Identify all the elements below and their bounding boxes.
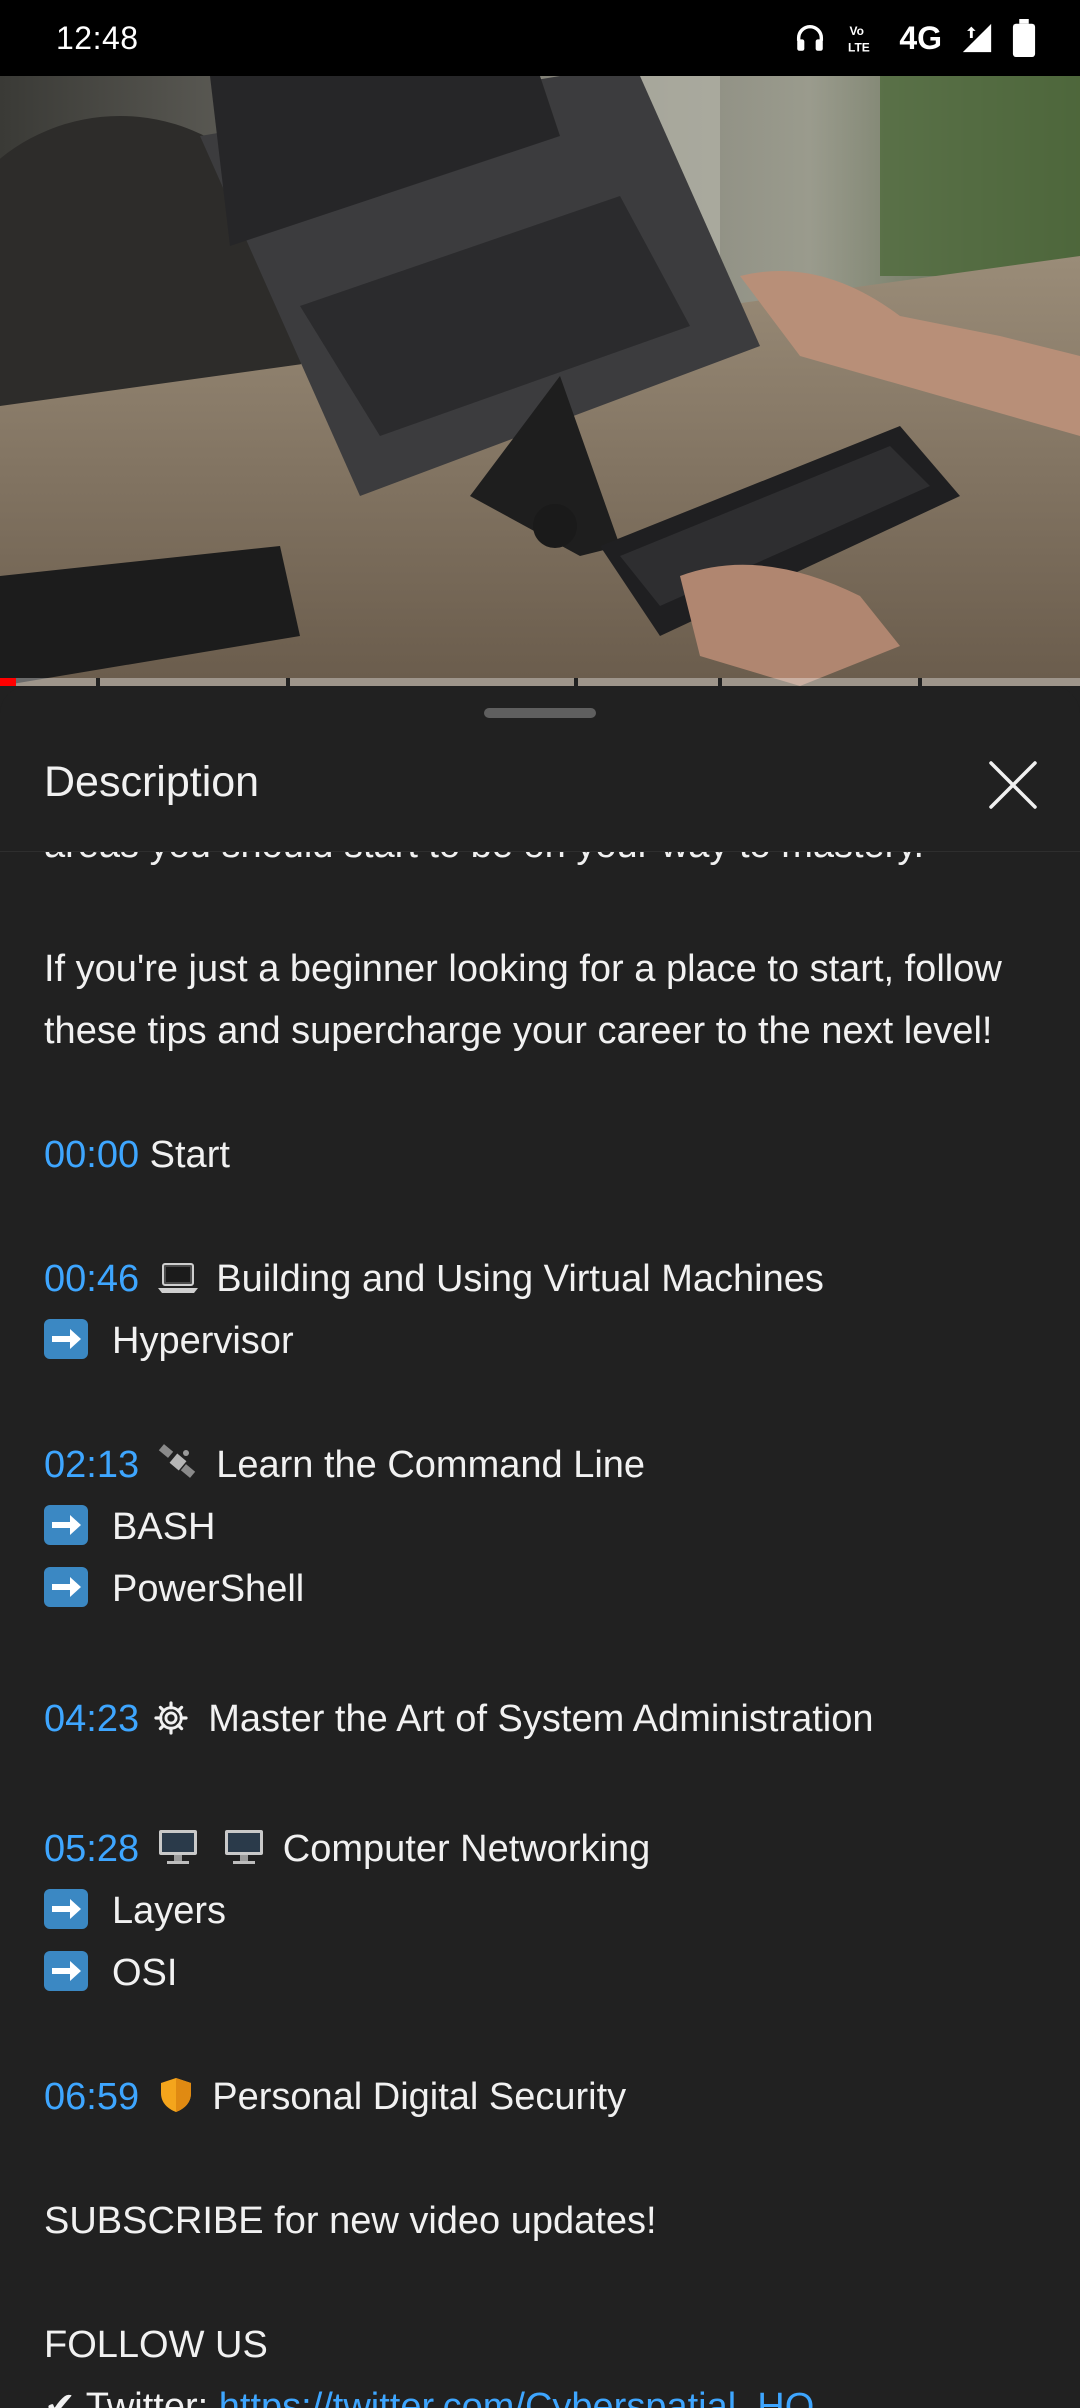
chapter-line: 00:46 Building and Using Virtual Machine… (44, 1248, 1044, 1310)
chapter-title: Start (149, 1134, 230, 1176)
chapter-line: 00:00 Start (44, 1124, 1044, 1186)
chapter-title: Building and Using Virtual Machines (216, 1258, 824, 1300)
chapter-subitem: Hypervisor (44, 1310, 1044, 1372)
check-icon: ✔ (44, 2386, 76, 2408)
chapter-subitem-label: BASH (112, 1506, 216, 1548)
chapter-subitem: PowerShell (44, 1558, 1044, 1620)
chapter-timestamp[interactable]: 05:28 (44, 1828, 139, 1870)
video-progress-fill (0, 678, 17, 686)
chapter-marker (286, 678, 290, 686)
chapter-timestamp[interactable]: 00:00 (44, 1134, 139, 1176)
close-button[interactable] (980, 754, 1046, 820)
description-sheet: areas you should start to be on your way… (0, 686, 1080, 2408)
chapter-marker (918, 678, 922, 686)
chapter-line: 06:59 Personal Digital Security (44, 2066, 1044, 2128)
network-type: 4G (899, 19, 942, 56)
close-icon (987, 759, 1039, 816)
chapter-title: Learn the Command Line (216, 1444, 646, 1486)
twitter-label: Twitter: (85, 2386, 209, 2408)
twitter-line: ✔ Twitter: https://twitter.com/Cyberspat… (44, 2376, 1044, 2408)
desktop-computer-icon (156, 1824, 200, 1886)
drag-handle[interactable] (484, 708, 596, 718)
chapter-line: 05:28 Computer Networking (44, 1818, 1044, 1880)
chapter-timestamp[interactable]: 04:23 (44, 1698, 139, 1740)
laptop-icon (156, 1254, 200, 1316)
right-arrow-icon (44, 1889, 88, 1929)
headphones-icon (793, 21, 827, 55)
subscribe-text: SUBSCRIBE for new video updates! (44, 2200, 657, 2242)
right-arrow-icon (44, 1505, 88, 1545)
chapter-title: Computer Networking (282, 1828, 651, 1870)
description-body: areas you should start to be on your way… (44, 814, 1044, 2408)
right-arrow-icon (44, 1567, 88, 1607)
status-bar: 12:48 Vo LTE 4G (0, 0, 1080, 76)
chapter-marker (96, 678, 100, 686)
chapter-timestamp[interactable]: 02:13 (44, 1444, 139, 1486)
chapter-line: 04:23 Master the Art of System Administr… (44, 1688, 1044, 1750)
chapter-subitem: OSI (44, 1942, 1044, 2004)
chapter-timestamp[interactable]: 06:59 (44, 2076, 139, 2118)
chapter-marker (574, 678, 578, 686)
right-arrow-icon (44, 1319, 88, 1359)
satellite-icon (156, 1440, 200, 1502)
status-icons: Vo LTE 4G (793, 19, 1036, 57)
chapter-title: Master the Art of System Administration (208, 1698, 874, 1740)
chapter-subitem-label: OSI (112, 1952, 178, 1994)
gear-icon (152, 1694, 190, 1756)
twitter-link[interactable]: https://twitter.com/Cyberspatial_HQ (219, 2386, 815, 2408)
description-intro-line: If you're just a beginner looking for a … (44, 948, 1002, 990)
battery-icon (1012, 19, 1036, 57)
chapter-subitem-label: PowerShell (112, 1568, 305, 1610)
sheet-title: Description (44, 758, 260, 806)
desktop-computer-icon (222, 1824, 266, 1886)
signal-icon (960, 21, 994, 55)
description-intro-line: these tips and supercharge your career t… (44, 1010, 993, 1052)
chapter-subitem-label: Hypervisor (112, 1320, 294, 1362)
svg-text:LTE: LTE (848, 41, 870, 55)
status-time: 12:48 (56, 19, 139, 56)
chapter-marker (718, 678, 722, 686)
shield-icon (156, 2072, 196, 2134)
svg-text:Vo: Vo (850, 24, 864, 38)
sheet-header: Description (0, 686, 1080, 852)
volte-icon: Vo LTE (845, 20, 881, 56)
follow-us-heading: FOLLOW US (44, 2324, 268, 2366)
video-thumbnail (0, 76, 1080, 686)
chapter-subitem: BASH (44, 1496, 1044, 1558)
chapter-timestamp[interactable]: 00:46 (44, 1258, 139, 1300)
right-arrow-icon (44, 1951, 88, 1991)
video-player[interactable] (0, 76, 1080, 686)
video-progress-bar[interactable] (0, 678, 1080, 686)
chapter-subitem-label: Layers (112, 1890, 227, 1932)
chapter-line: 02:13 Learn the Command Line (44, 1434, 1044, 1496)
chapter-subitem: Layers (44, 1880, 1044, 1942)
chapter-title: Personal Digital Security (212, 2076, 627, 2118)
